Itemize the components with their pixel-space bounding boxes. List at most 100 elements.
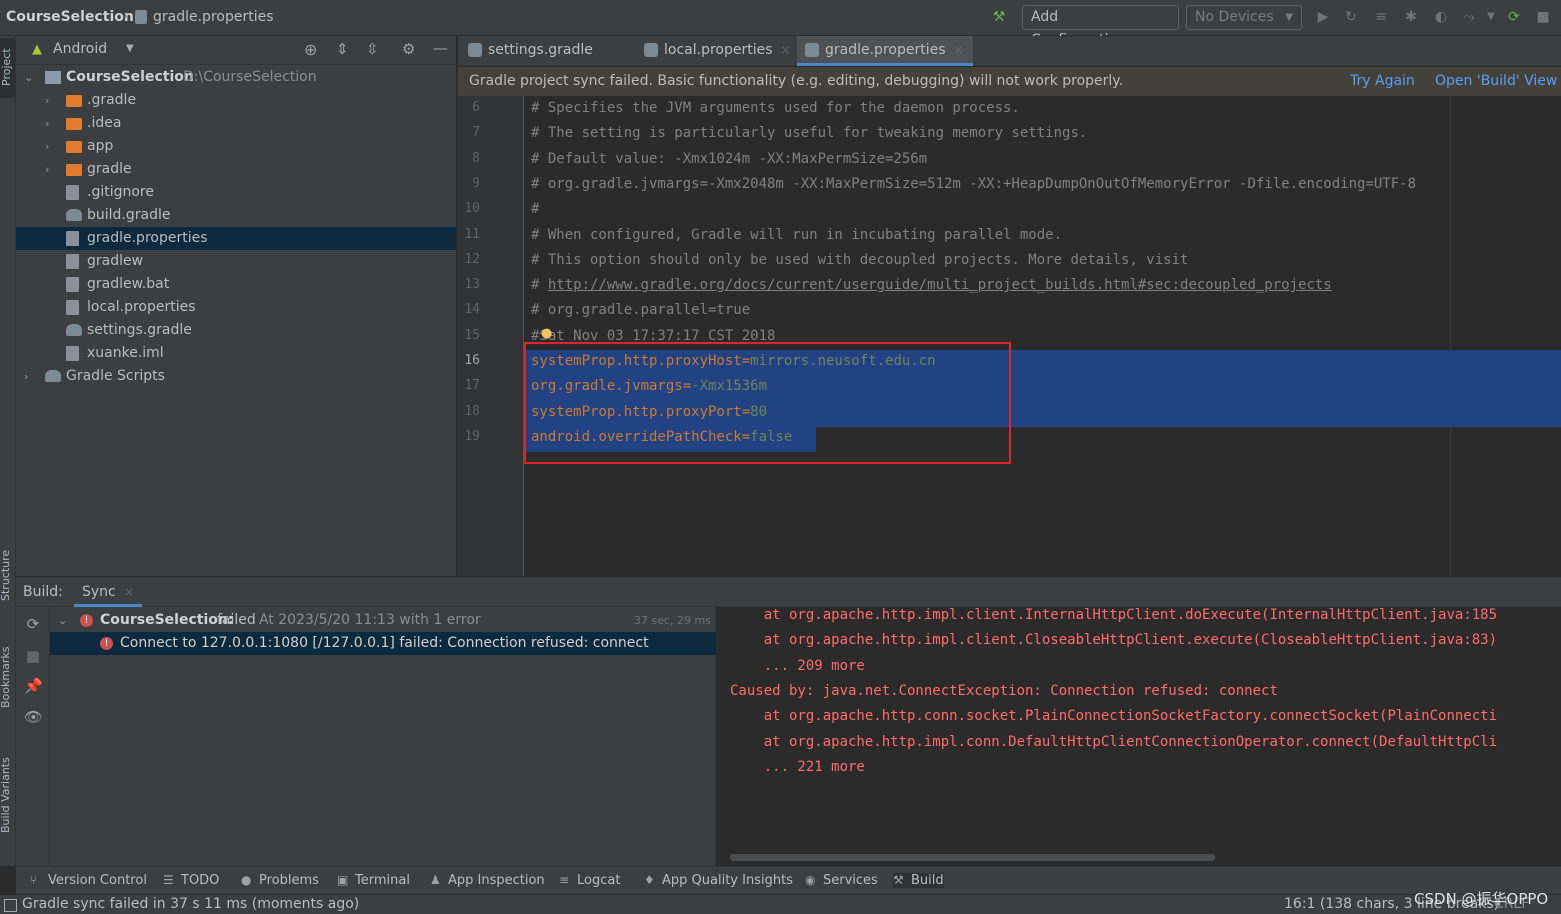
build-root-row[interactable]: ⌄ ! CourseSelection: failed At 2023/5/20…: [50, 609, 716, 632]
chevron-down-icon[interactable]: ▼: [126, 43, 134, 54]
code-comment: # This option should only be used with d…: [531, 251, 1189, 268]
close-icon[interactable]: ×: [124, 585, 134, 599]
tool-window-logcat[interactable]: ≡ Logcat: [559, 873, 620, 888]
gradle-icon: [66, 324, 82, 336]
device-selector[interactable]: No Devices ▼: [1186, 5, 1302, 30]
tool-window-label: Problems: [259, 873, 319, 888]
tree-item[interactable]: › gradle: [16, 158, 456, 181]
build-console[interactable]: at org.apache.http.impl.client.InternalH…: [716, 607, 1561, 866]
bookmarks-stripe-button[interactable]: Bookmarks: [0, 647, 12, 708]
chevron-right-icon[interactable]: ›: [45, 89, 49, 112]
breadcrumb-separator: ›: [123, 9, 129, 24]
build-root-detail: At 2023/5/20 11:13 with 1 error: [259, 612, 481, 628]
tree-item[interactable]: gradlew.bat: [16, 273, 456, 296]
hide-icon[interactable]: —: [433, 39, 448, 57]
attach-icon[interactable]: ⤳: [1461, 9, 1477, 25]
close-icon[interactable]: ×: [781, 43, 791, 57]
code-line: # When configured, Gradle will run in in…: [531, 227, 1062, 243]
chevron-right-icon[interactable]: ›: [45, 135, 49, 158]
tree-item-label: gradle.properties: [87, 230, 208, 246]
rerun-icon[interactable]: ↻: [1343, 9, 1359, 25]
tree-item-label: build.gradle: [87, 207, 171, 223]
eye-icon[interactable]: 👁: [24, 708, 43, 726]
tree-item[interactable]: gradle.properties: [16, 227, 456, 250]
tool-window-label: App Quality Insights: [662, 873, 793, 888]
stop-icon[interactable]: ■: [1535, 9, 1551, 25]
inspect-icon: ♟: [430, 873, 441, 887]
locate-icon[interactable]: ⊕: [304, 40, 317, 59]
tool-window-todo[interactable]: ☰ TODO: [163, 873, 219, 888]
expand-all-icon[interactable]: ⇕: [336, 40, 349, 58]
tree-item[interactable]: › app: [16, 135, 456, 158]
horizontal-scrollbar[interactable]: [730, 854, 1215, 861]
tree-item-label: .gradle: [87, 92, 137, 108]
tab-gradle-properties[interactable]: gradle.properties ×: [797, 36, 973, 66]
tree-item[interactable]: › Gradle Scripts: [16, 365, 456, 388]
chevron-down-icon: ⌄: [24, 71, 34, 84]
code-editor[interactable]: # Specifies the JVM arguments used for t…: [524, 96, 1561, 576]
stop-icon[interactable]: ■: [24, 647, 42, 665]
build-variants-stripe-button[interactable]: Build Variants: [0, 757, 12, 833]
tree-item[interactable]: xuanke.iml: [16, 342, 456, 365]
profile-icon[interactable]: ◐: [1433, 9, 1449, 25]
run-icon[interactable]: ▶: [1315, 9, 1331, 25]
tab-local-properties[interactable]: local.properties ×: [636, 36, 792, 66]
line-number: 9: [472, 175, 480, 191]
tree-root[interactable]: ⌄ CourseSelection D:\CourseSelection: [16, 66, 456, 89]
chevron-right-icon[interactable]: ›: [45, 112, 49, 135]
folder-icon: [66, 164, 82, 176]
project-stripe-button[interactable]: Project: [0, 38, 15, 98]
file-icon: [66, 231, 79, 246]
file-icon: [66, 185, 79, 200]
breadcrumb-file[interactable]: gradle.properties: [153, 9, 274, 25]
properties-file-icon: [644, 43, 658, 57]
tree-item[interactable]: gradlew: [16, 250, 456, 273]
structure-stripe-button[interactable]: Structure: [0, 550, 12, 601]
project-view-selector[interactable]: Android: [53, 41, 107, 57]
console-line: at org.apache.http.impl.conn.DefaultHttp…: [730, 733, 1498, 750]
tool-window-services[interactable]: ◉ Services: [805, 873, 878, 888]
tool-window-app-inspection[interactable]: ♟ App Inspection: [430, 873, 545, 888]
refresh-icon[interactable]: ⟳: [24, 615, 42, 633]
line-number: 18: [464, 403, 480, 419]
tool-window-problems[interactable]: ● Problems: [241, 873, 319, 888]
line-number: 17: [464, 378, 480, 394]
code-link[interactable]: http://www.gradle.org/docs/current/userg…: [548, 277, 1332, 293]
add-configuration-button[interactable]: Add Configuration...: [1022, 5, 1179, 48]
more-dropdown-icon[interactable]: ▼: [1483, 9, 1499, 25]
build-error-row[interactable]: ! Connect to 127.0.0.1:1080 [/127.0.0.1]…: [50, 632, 716, 655]
pin-icon[interactable]: 📌: [24, 677, 43, 695]
intention-bulb-icon[interactable]: ●: [541, 326, 552, 341]
tree-item[interactable]: build.gradle: [16, 204, 456, 227]
collapse-all-icon[interactable]: ⇳: [366, 40, 379, 58]
code-comment: #: [531, 277, 548, 294]
tree-item[interactable]: › .idea: [16, 112, 456, 135]
tab-settings-gradle[interactable]: settings.gradle (:)×: [460, 36, 630, 86]
sync-gradle-icon[interactable]: ⟳: [1506, 9, 1522, 25]
line-number: 6: [472, 100, 480, 115]
try-again-link[interactable]: Try Again: [1350, 73, 1415, 89]
tree-item[interactable]: settings.gradle: [16, 319, 456, 342]
build-root-status: failed: [217, 612, 256, 628]
tool-window-app-quality-insights[interactable]: ♦ App Quality Insights: [644, 873, 793, 888]
breadcrumb-project[interactable]: CourseSelection: [6, 9, 134, 25]
tool-window-build[interactable]: ⚒ Build: [893, 873, 944, 888]
tool-window-label: Build: [911, 873, 944, 888]
open-build-view-link[interactable]: Open 'Build' View: [1435, 73, 1557, 89]
panel-toggle-icon[interactable]: [4, 899, 17, 912]
tree-item-label: app: [87, 138, 114, 154]
hammer-icon[interactable]: ⚒: [991, 9, 1007, 25]
tree-item[interactable]: › .gradle: [16, 89, 456, 112]
coverage-icon[interactable]: ≡: [1373, 9, 1389, 25]
debug-icon[interactable]: ✱: [1403, 9, 1419, 25]
tab-sync[interactable]: Sync ×: [74, 578, 142, 607]
close-icon[interactable]: ×: [954, 43, 964, 57]
tool-window-version-control[interactable]: ⑂ Version Control: [30, 873, 147, 888]
tree-item[interactable]: local.properties: [16, 296, 456, 319]
tree-item[interactable]: .gitignore: [16, 181, 456, 204]
chevron-right-icon[interactable]: ›: [45, 158, 49, 181]
services-icon: ◉: [805, 873, 816, 887]
gear-icon[interactable]: ⚙: [402, 40, 415, 58]
chevron-right-icon[interactable]: ›: [24, 365, 28, 388]
tool-window-terminal[interactable]: ▣ Terminal: [337, 873, 410, 888]
